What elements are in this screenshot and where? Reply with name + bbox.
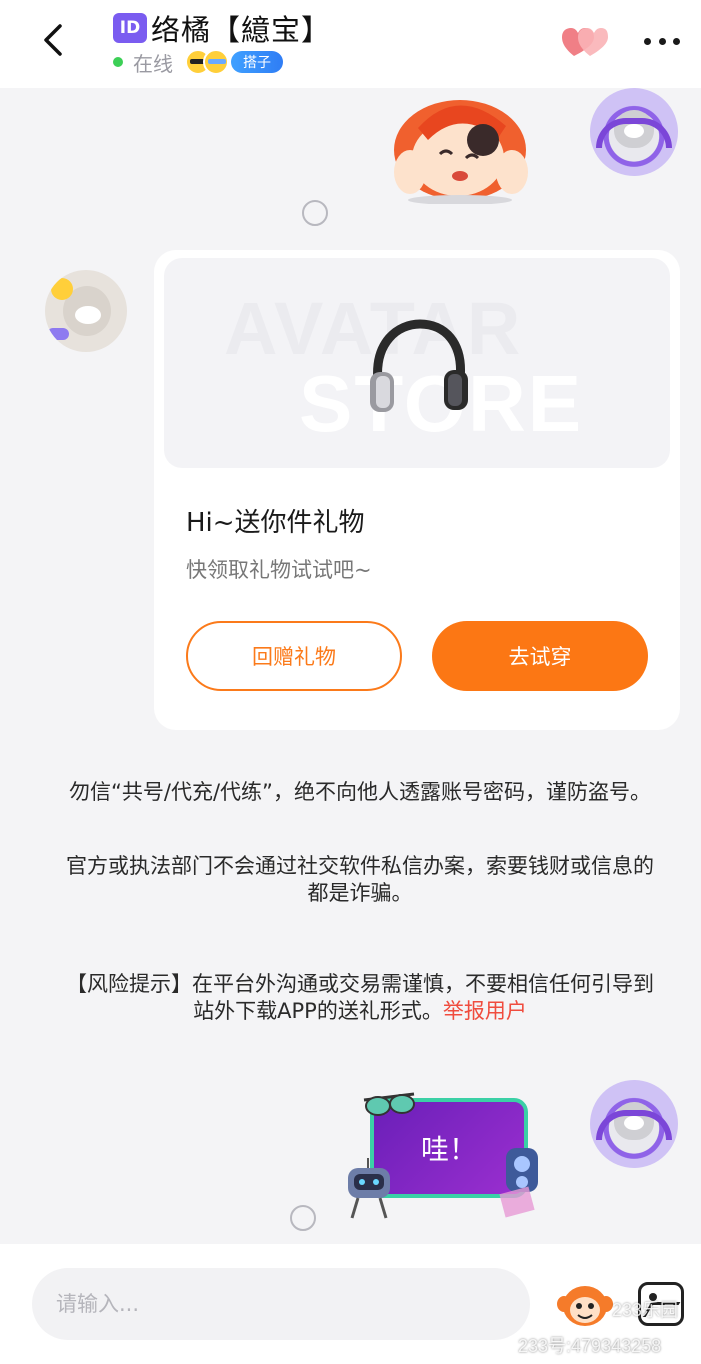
gift-banner: AVATAR STORE	[164, 258, 670, 468]
friend-avatar[interactable]	[45, 270, 127, 352]
gift-card[interactable]: AVATAR STORE Hi~送你件礼物 快领取礼物试试吧~ 回赠礼物 去试穿	[154, 250, 680, 730]
online-status: 在线	[133, 51, 173, 76]
my-avatar-2[interactable]	[590, 1080, 678, 1168]
risk-notice: 【风险提示】在平台外沟通或交易需谨慎，不要相信任何引导到站外下载APP的送礼形式…	[60, 971, 660, 1025]
message-input[interactable]	[32, 1268, 530, 1340]
relation-tag: 搭子	[231, 51, 283, 73]
chat-header: ID 络橘【繶宝】 在线 搭子	[0, 0, 701, 88]
watermark-logo: 233乐园	[612, 1300, 679, 1320]
watermark-account: 233号:479343258	[518, 1336, 662, 1356]
report-user-link[interactable]: 举报用户	[443, 999, 527, 1023]
message-status-icon	[302, 200, 328, 226]
emoji-sticker-button[interactable]	[556, 1280, 614, 1328]
id-badge: ID	[113, 13, 147, 43]
sticker-message-top[interactable]	[388, 88, 536, 205]
sunglasses-icon	[363, 1092, 415, 1116]
back-arrow-icon	[44, 24, 62, 56]
more-dot-icon	[673, 37, 680, 45]
gift-subtitle: 快领取礼物试试吧~	[186, 558, 372, 582]
online-dot	[113, 57, 123, 67]
cartoon-girl-sticker-icon	[394, 100, 528, 205]
more-dot-icon	[658, 37, 666, 45]
my-avatar[interactable]	[590, 88, 678, 176]
monkey-emoji-icon	[557, 1286, 613, 1326]
status-row: 在线 搭子	[113, 49, 283, 76]
headphones-icon	[370, 319, 468, 412]
safety-notice-fraud: 官方或执法部门不会通过社交软件私信办案，索要钱财或信息的都是诈骗。	[66, 854, 654, 905]
smile-emoji-icon	[203, 49, 229, 75]
speaker-robot-icon	[499, 1148, 538, 1218]
try-on-button[interactable]: 去试穿	[432, 621, 648, 691]
safety-notice-account: 勿信“共号/代充/代练”，绝不向他人透露账号密码，谨防盗号。	[69, 780, 651, 804]
message-status-icon-2	[290, 1205, 316, 1231]
more-button[interactable]	[640, 26, 684, 56]
gift-title: Hi~送你件礼物	[186, 508, 365, 538]
return-gift-button[interactable]: 回赠礼物	[186, 621, 402, 691]
sticker-message-bottom[interactable]: 哇！	[340, 1090, 550, 1220]
heart-button[interactable]	[560, 24, 610, 60]
chat-title: 络橘【繶宝】	[151, 13, 332, 47]
emoji-badges	[185, 49, 229, 75]
risk-notice-text: 【风险提示】在平台外沟通或交易需谨慎，不要相信任何引导到站外下载APP的送礼形式…	[66, 972, 654, 1023]
chat-title-row[interactable]: ID 络橘【繶宝】	[113, 8, 331, 48]
heart-icon	[562, 28, 608, 56]
more-dot-icon	[644, 37, 651, 45]
back-button[interactable]	[38, 22, 74, 58]
robot-icon	[348, 1158, 390, 1219]
